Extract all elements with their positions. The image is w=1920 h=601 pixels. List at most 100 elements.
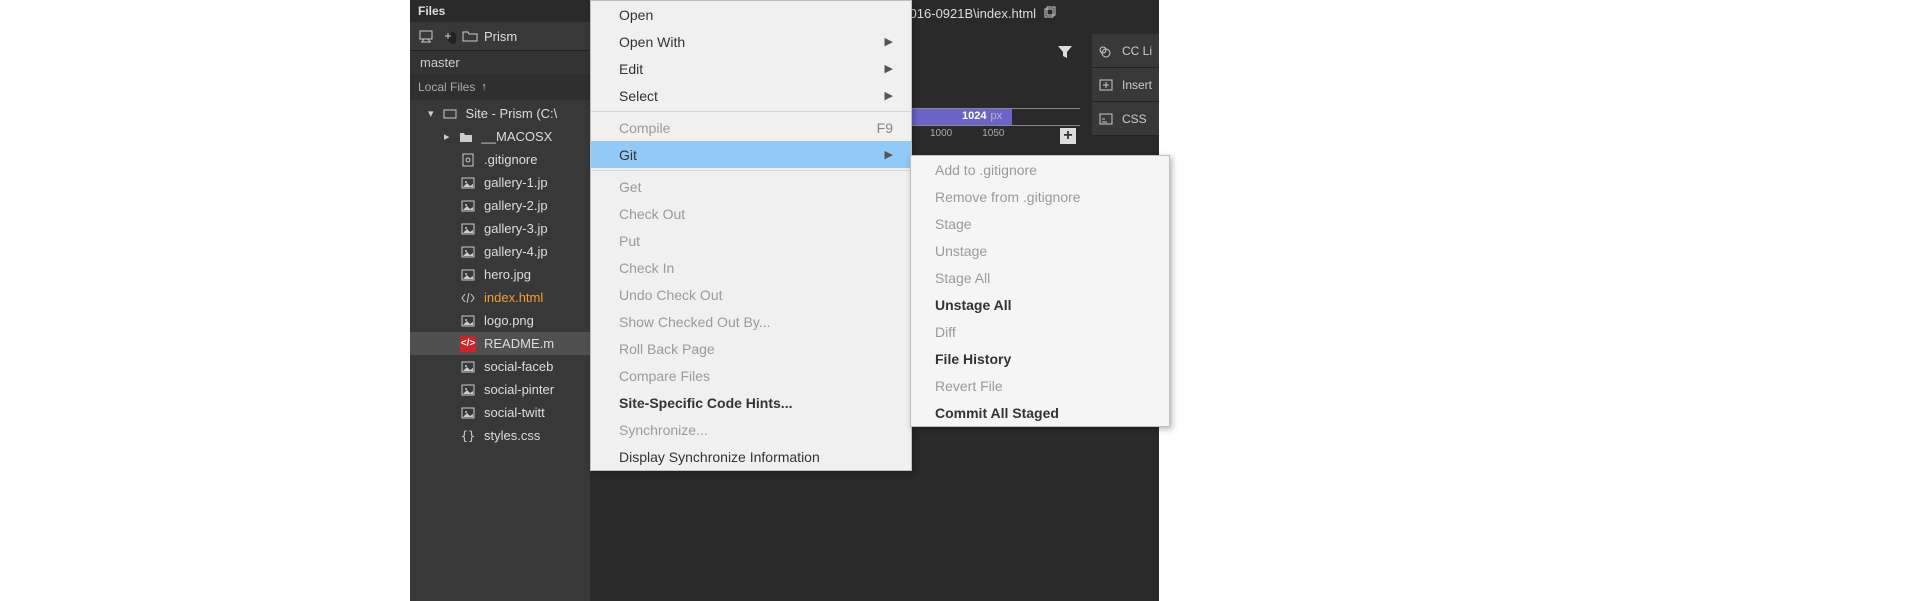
file-name: .gitignore (484, 152, 537, 167)
file-icon (458, 129, 474, 145)
file-icon (460, 198, 476, 214)
add-breakpoint-icon[interactable]: + (1060, 128, 1076, 144)
submenu-item[interactable]: Unstage All (911, 291, 1169, 318)
tree-item[interactable]: {}styles.css (410, 424, 590, 447)
menu-label: Check Out (619, 206, 685, 222)
menu-label: Compare Files (619, 368, 710, 384)
tree-site-root[interactable]: ▾ Site - Prism (C:\ (410, 102, 590, 125)
file-tree: ▾ Site - Prism (C:\ ▸ __MACOSX .gitignore g… (410, 100, 590, 449)
menu-item: Roll Back Page (591, 335, 911, 362)
menu-label: Diff (935, 324, 956, 340)
chevron-right-icon: ▶ (885, 89, 893, 102)
tree-item[interactable]: social-twitt (410, 401, 590, 424)
funnel-icon[interactable] (1057, 44, 1073, 65)
menu-item[interactable]: Site-Specific Code Hints... (591, 389, 911, 416)
menu-item[interactable]: Display Synchronize Information (591, 443, 911, 470)
cc-libraries-panel-tab[interactable]: CC Li (1092, 34, 1159, 68)
menu-item[interactable]: Edit ▶ (591, 55, 911, 82)
chevron-right-icon[interactable]: ▸ (444, 130, 450, 143)
menu-label: Synchronize... (619, 422, 708, 438)
menu-label: Commit All Staged (935, 405, 1059, 421)
tree-item[interactable]: </> README.m (410, 332, 590, 355)
tree-item[interactable]: ▸ __MACOSX (410, 125, 590, 148)
git-diamond-icon[interactable] (440, 28, 456, 44)
tree-item[interactable]: hero.jpg (410, 263, 590, 286)
file-name: social-twitt (484, 405, 545, 420)
file-icon (460, 313, 476, 329)
file-name: __MACOSX (482, 129, 553, 144)
chevron-down-icon[interactable]: ▾ (428, 107, 434, 120)
menu-item[interactable]: Open With ▶ (591, 28, 911, 55)
menu-label: Compile (619, 120, 670, 136)
menu-label: Git (619, 147, 637, 163)
context-menu: OpenOpen With▶Edit▶Select▶CompileF9Git▶G… (590, 0, 912, 471)
sort-arrow-icon: ↑ (481, 81, 487, 93)
tree-item[interactable]: gallery-3.jp (410, 217, 590, 240)
file-name: index.html (484, 290, 543, 305)
menu-item[interactable]: Git▶ (591, 141, 911, 168)
file-name: styles.css (484, 428, 540, 443)
chevron-right-icon: ▶ (885, 35, 893, 48)
file-icon (460, 290, 476, 306)
submenu-item[interactable]: File History (911, 345, 1169, 372)
submenu-item: Add to .gitignore (911, 156, 1169, 183)
tree-item[interactable]: social-faceb (410, 355, 590, 378)
folder-icon[interactable] (462, 28, 478, 44)
file-name: logo.png (484, 313, 534, 328)
chevron-right-icon: ▶ (885, 62, 893, 75)
tree-item[interactable]: social-pinter (410, 378, 590, 401)
folder-name[interactable]: Prism (484, 29, 517, 44)
file-name: gallery-3.jp (484, 221, 548, 236)
file-name: social-faceb (484, 359, 553, 374)
menu-item: Undo Check Out (591, 281, 911, 308)
tree-item[interactable]: index.html (410, 286, 590, 309)
git-submenu: Add to .gitignoreRemove from .gitignore S… (910, 155, 1170, 427)
menu-label: Unstage (935, 243, 987, 259)
files-toolbar: Prism (410, 22, 590, 51)
tree-item[interactable]: gallery-1.jp (410, 171, 590, 194)
submenu-item: Revert File (911, 372, 1169, 399)
menu-shortcut: F9 (877, 120, 893, 136)
css-designer-panel-tab[interactable]: CSS (1092, 102, 1159, 136)
local-files-header[interactable]: Local Files ↑ (410, 74, 590, 100)
site-icon[interactable] (418, 28, 434, 44)
submenu-item: Diff (911, 318, 1169, 345)
file-name: social-pinter (484, 382, 554, 397)
tree-item[interactable]: logo.png (410, 309, 590, 332)
submenu-item: Stage All (911, 264, 1169, 291)
menu-item[interactable]: Select▶ (591, 82, 911, 109)
app-background: Files Prism master Local Files ↑ ▾ (410, 0, 1159, 601)
menu-label: Stage All (935, 270, 990, 286)
file-icon: </> (460, 336, 476, 352)
menu-item: Put (591, 227, 911, 254)
panel-title: Files (410, 0, 590, 22)
file-icon (460, 359, 476, 375)
menu-label: Put (619, 233, 640, 249)
submenu-item[interactable]: Commit All Staged (911, 399, 1169, 426)
menu-item[interactable]: Open (591, 1, 911, 28)
file-name: gallery-1.jp (484, 175, 548, 190)
file-icon (460, 152, 476, 168)
tree-item[interactable]: gallery-4.jp (410, 240, 590, 263)
insert-panel-tab[interactable]: Insert (1092, 68, 1159, 102)
file-name: README.m (484, 336, 554, 351)
menu-label: Edit (619, 61, 643, 77)
viewport-scrubber[interactable]: 1024px 1000 1050 + (910, 98, 1080, 148)
menu-label: Undo Check Out (619, 287, 723, 303)
document-tab[interactable]: -2016-0921B\index.html (898, 6, 1056, 21)
menu-separator (591, 111, 911, 112)
git-branch-label[interactable]: master (410, 51, 590, 74)
menu-label: File History (935, 351, 1011, 367)
file-name: gallery-2.jp (484, 198, 548, 213)
ruler-ticks: 1000 1050 (910, 128, 1080, 142)
submenu-item: Remove from .gitignore (911, 183, 1169, 210)
tree-item[interactable]: .gitignore (410, 148, 590, 171)
menu-label: Revert File (935, 378, 1003, 394)
css-panel-icon (1098, 111, 1114, 127)
file-icon (460, 267, 476, 283)
menu-item: Check In (591, 254, 911, 281)
tree-item[interactable]: gallery-2.jp (410, 194, 590, 217)
menu-item: Show Checked Out By... (591, 308, 911, 335)
menu-label: Open With (619, 34, 685, 50)
restore-window-icon[interactable] (1044, 6, 1056, 21)
